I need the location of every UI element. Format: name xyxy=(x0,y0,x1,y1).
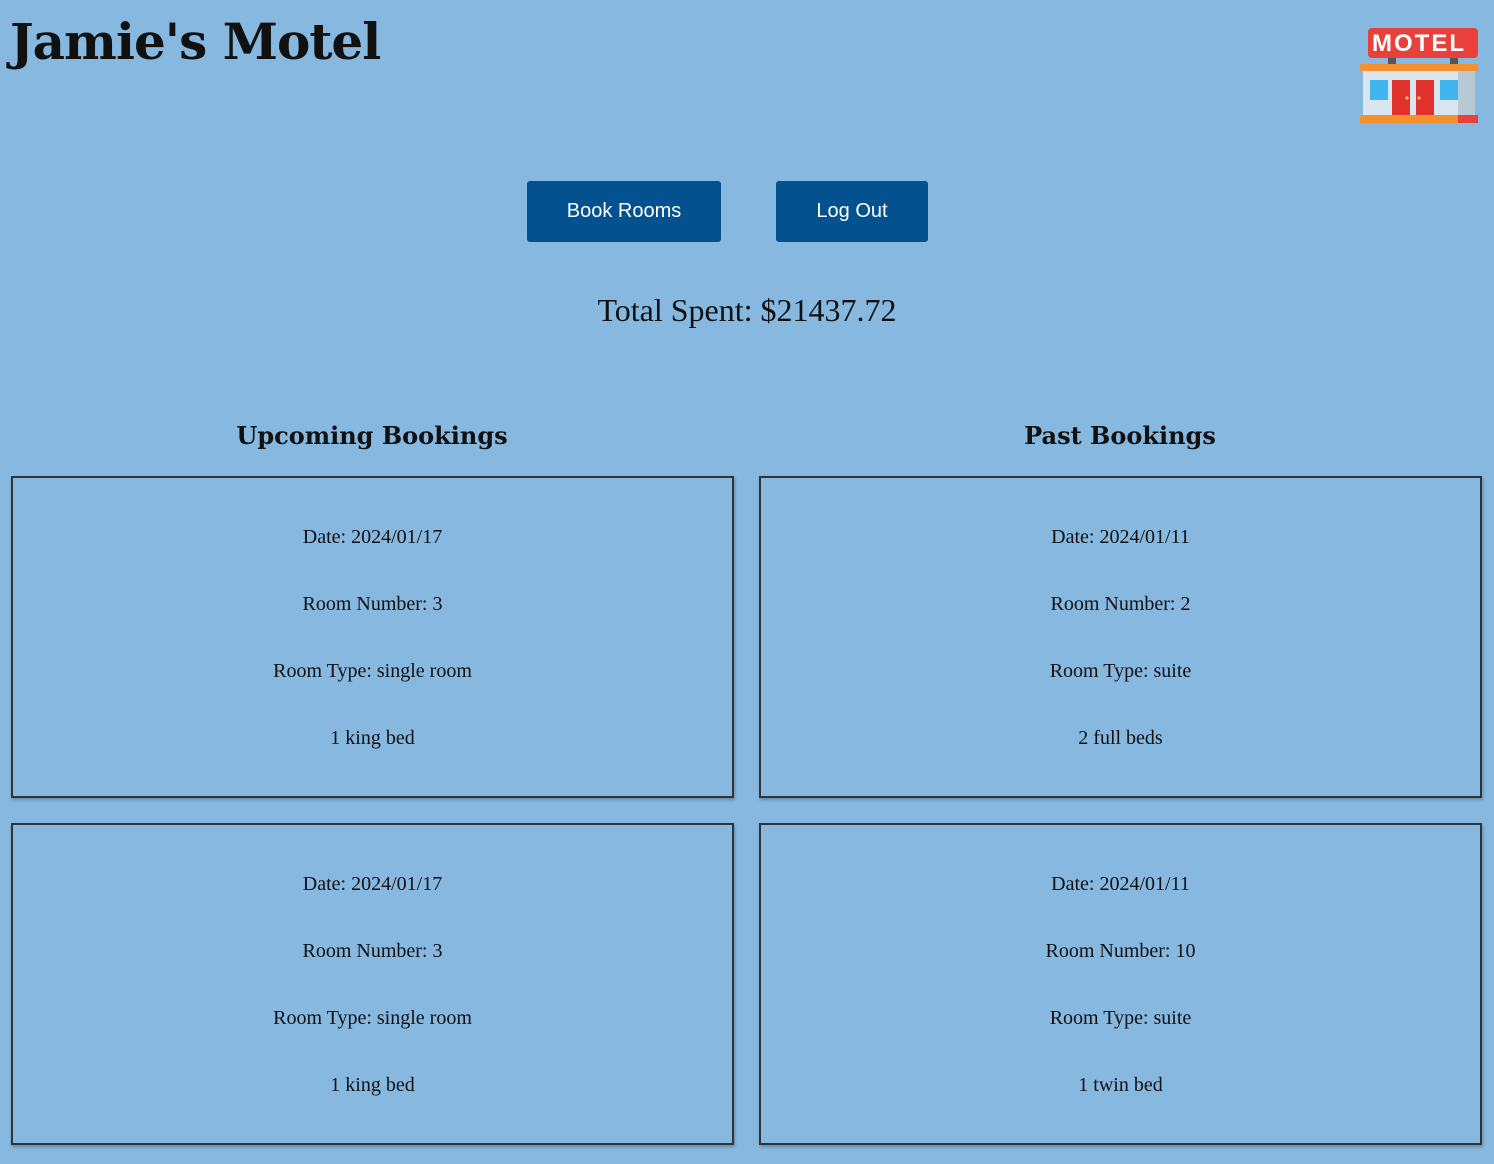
upcoming-booking-card: Date: 2024/01/17 Room Number: 3 Room Typ… xyxy=(11,476,734,798)
book-rooms-button[interactable]: Book Rooms xyxy=(527,181,721,242)
booking-beds: 1 king bed xyxy=(330,727,415,749)
past-bookings-title: Past Bookings xyxy=(1024,421,1216,450)
booking-date: Date: 2024/01/11 xyxy=(1051,873,1190,895)
upcoming-bookings-title: Upcoming Bookings xyxy=(236,421,508,450)
booking-beds: 1 king bed xyxy=(330,1074,415,1096)
booking-beds: 1 twin bed xyxy=(1078,1074,1163,1096)
booking-room-number: Room Number: 3 xyxy=(302,593,443,615)
motel-building-icon: MOTEL xyxy=(1360,28,1478,123)
booking-date: Date: 2024/01/17 xyxy=(302,526,443,548)
booking-room-number: Room Number: 3 xyxy=(302,940,443,962)
past-booking-card: Date: 2024/01/11 Room Number: 2 Room Typ… xyxy=(759,476,1482,798)
total-spent: Total Spent: $21437.72 xyxy=(597,292,897,328)
booking-room-number: Room Number: 10 xyxy=(1045,940,1196,962)
logo-sign-text: MOTEL xyxy=(1372,30,1466,57)
log-out-button[interactable]: Log Out xyxy=(776,181,928,242)
past-booking-card: Date: 2024/01/11 Room Number: 10 Room Ty… xyxy=(759,823,1482,1145)
upcoming-booking-card: Date: 2024/01/17 Room Number: 3 Room Typ… xyxy=(11,823,734,1145)
booking-room-type: Room Type: single room xyxy=(273,660,472,682)
booking-date: Date: 2024/01/17 xyxy=(302,873,443,895)
booking-room-number: Room Number: 2 xyxy=(1050,593,1191,615)
booking-room-type: Room Type: single room xyxy=(273,1007,472,1029)
booking-date: Date: 2024/01/11 xyxy=(1051,526,1190,548)
site-title: Jamie's Motel xyxy=(10,12,381,71)
booking-room-type: Room Type: suite xyxy=(1049,660,1192,682)
booking-room-type: Room Type: suite xyxy=(1049,1007,1192,1029)
booking-beds: 2 full beds xyxy=(1078,727,1163,749)
